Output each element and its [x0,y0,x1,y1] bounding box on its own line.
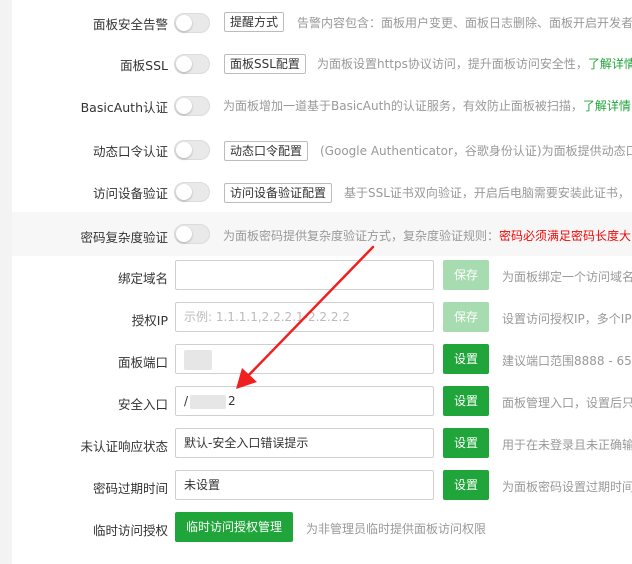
temp-access-manage-button[interactable]: 临时访问授权管理 [175,512,293,542]
learn-more-link[interactable]: 了解详情 [583,99,631,113]
row-desc: 告警内容包含：面板用户变更、面板日志删除、面板开启开发者 [297,16,632,30]
row-desc: 为面板密码设置过期时间 [502,480,632,494]
left-gutter [0,0,12,564]
panel-port-set-button[interactable]: 设置 [443,344,489,374]
row-desc: 用于在未登录且未正确输 [502,438,632,452]
auth-ip-input[interactable]: 示例: 1.1.1.1,2.2.2.1-2.2.2.2 [175,302,434,332]
complexity-rule-warning: 密码必须满足密码长度大 [499,229,632,243]
row-label: 授权IP [131,313,168,328]
row-desc: 为面板增加一道基于BasicAuth的认证服务，有效防止面板被扫描，了解详情 [223,99,631,113]
row-unauth-response: 未认证响应状态 默认-安全入口错误提示 设置 用于在未登录且未正确输 [12,428,632,458]
row-desc: (Google Authenticator，谷歌身份认证)为面板提供动态口 [320,144,632,158]
redacted-value [190,394,227,409]
row-password-expire: 密码过期时间 未设置 设置 为面板密码设置过期时间 [12,470,632,500]
row-desc: 为非管理员临时提供面板访问权限 [306,522,487,536]
totp-toggle[interactable] [174,140,210,160]
panel-ssl-config-button[interactable]: 面板SSL配置 [224,54,306,74]
security-alert-toggle[interactable] [174,13,210,33]
row-desc: 设置访问授权IP，多个IP [502,312,632,326]
row-desc: 基于SSL证书双向验证，开启后电脑需要安装此证书， [344,186,630,200]
row-desc: 为面板绑定一个访问域名 [502,270,632,284]
totp-config-button[interactable]: 动态口令配置 [224,141,309,161]
alert-method-button[interactable]: 提醒方式 [224,12,285,32]
row-label: 绑定域名 [117,271,168,286]
row-label: 面板安全告警 [92,17,168,32]
row-label: 安全入口 [117,397,168,412]
row-label: 面板SSL [120,58,168,73]
row-totp: 动态口令认证 动态口令配置 (Google Authenticator，谷歌身份… [12,135,632,165]
password-expire-set-button[interactable]: 设置 [443,470,489,500]
unauth-response-select[interactable]: 默认-安全入口错误提示 [175,428,434,458]
row-security-entry: 安全入口 /2 设置 面板管理入口，设置后只 [12,386,632,416]
row-basicauth: BasicAuth认证 为面板增加一道基于BasicAuth的认证服务，有效防止… [12,91,632,121]
row-password-complexity: 密码复杂度验证 为面板密码提供复杂度验证方式，复杂度验证规则：密码必须满足密码长… [12,212,632,256]
row-desc: 面板管理入口，设置后只 [502,396,632,410]
row-label: BasicAuth认证 [80,100,168,115]
row-auth-ip: 授权IP 示例: 1.1.1.1,2.2.2.1-2.2.2.2 保存 设置访问… [12,302,632,332]
password-expire-input[interactable]: 未设置 [175,470,434,500]
device-verify-config-button[interactable]: 访问设备验证配置 [224,183,333,203]
unauth-response-set-button[interactable]: 设置 [443,428,489,458]
row-desc: 为面板密码提供复杂度验证方式，复杂度验证规则：密码必须满足密码长度大 [223,229,632,243]
row-panel-ssl: 面板SSL 面板SSL配置 为面板设置https协议访问，提升面板访问安全性，了… [12,49,632,79]
row-label: 临时访问授权 [92,523,168,538]
row-label: 密码过期时间 [92,481,168,496]
row-label: 密码复杂度验证 [80,230,168,245]
row-desc: 建议端口范围8888 - 65 [502,354,632,368]
panel-ssl-toggle[interactable] [174,54,210,74]
auth-ip-save-button[interactable]: 保存 [443,302,489,332]
auth-ip-placeholder: 示例: 1.1.1.1,2.2.2.1-2.2.2.2 [184,310,350,324]
bind-domain-save-button[interactable]: 保存 [443,260,489,290]
panel-port-input[interactable] [175,344,434,374]
row-label: 访问设备验证 [92,186,168,201]
row-panel-port: 面板端口 设置 建议端口范围8888 - 65 [12,344,632,374]
row-security-alert: 面板安全告警 提醒方式 告警内容包含：面板用户变更、面板日志删除、面板开启开发者 [12,8,632,38]
row-temp-access: 临时访问授权 临时访问授权管理 为非管理员临时提供面板访问权限 [12,512,632,542]
row-desc: 为面板设置https协议访问，提升面板访问安全性，了解详情 [317,55,632,72]
row-device-verify: 访问设备验证 访问设备验证配置 基于SSL证书双向验证，开启后电脑需要安装此证书… [12,177,632,207]
learn-more-link[interactable]: 了解详情 [588,57,632,71]
security-entry-input[interactable]: /2 [175,386,434,416]
row-label: 未认证响应状态 [80,439,168,454]
row-label: 面板端口 [117,355,168,370]
basicauth-toggle[interactable] [174,96,210,116]
device-verify-toggle[interactable] [174,182,210,202]
row-bind-domain: 绑定域名 保存 为面板绑定一个访问域名 [12,260,632,290]
row-label: 动态口令认证 [92,144,168,159]
bind-domain-input[interactable] [175,260,434,290]
redacted-value [184,349,212,370]
security-entry-set-button[interactable]: 设置 [443,386,489,416]
password-complexity-toggle[interactable] [174,224,210,244]
